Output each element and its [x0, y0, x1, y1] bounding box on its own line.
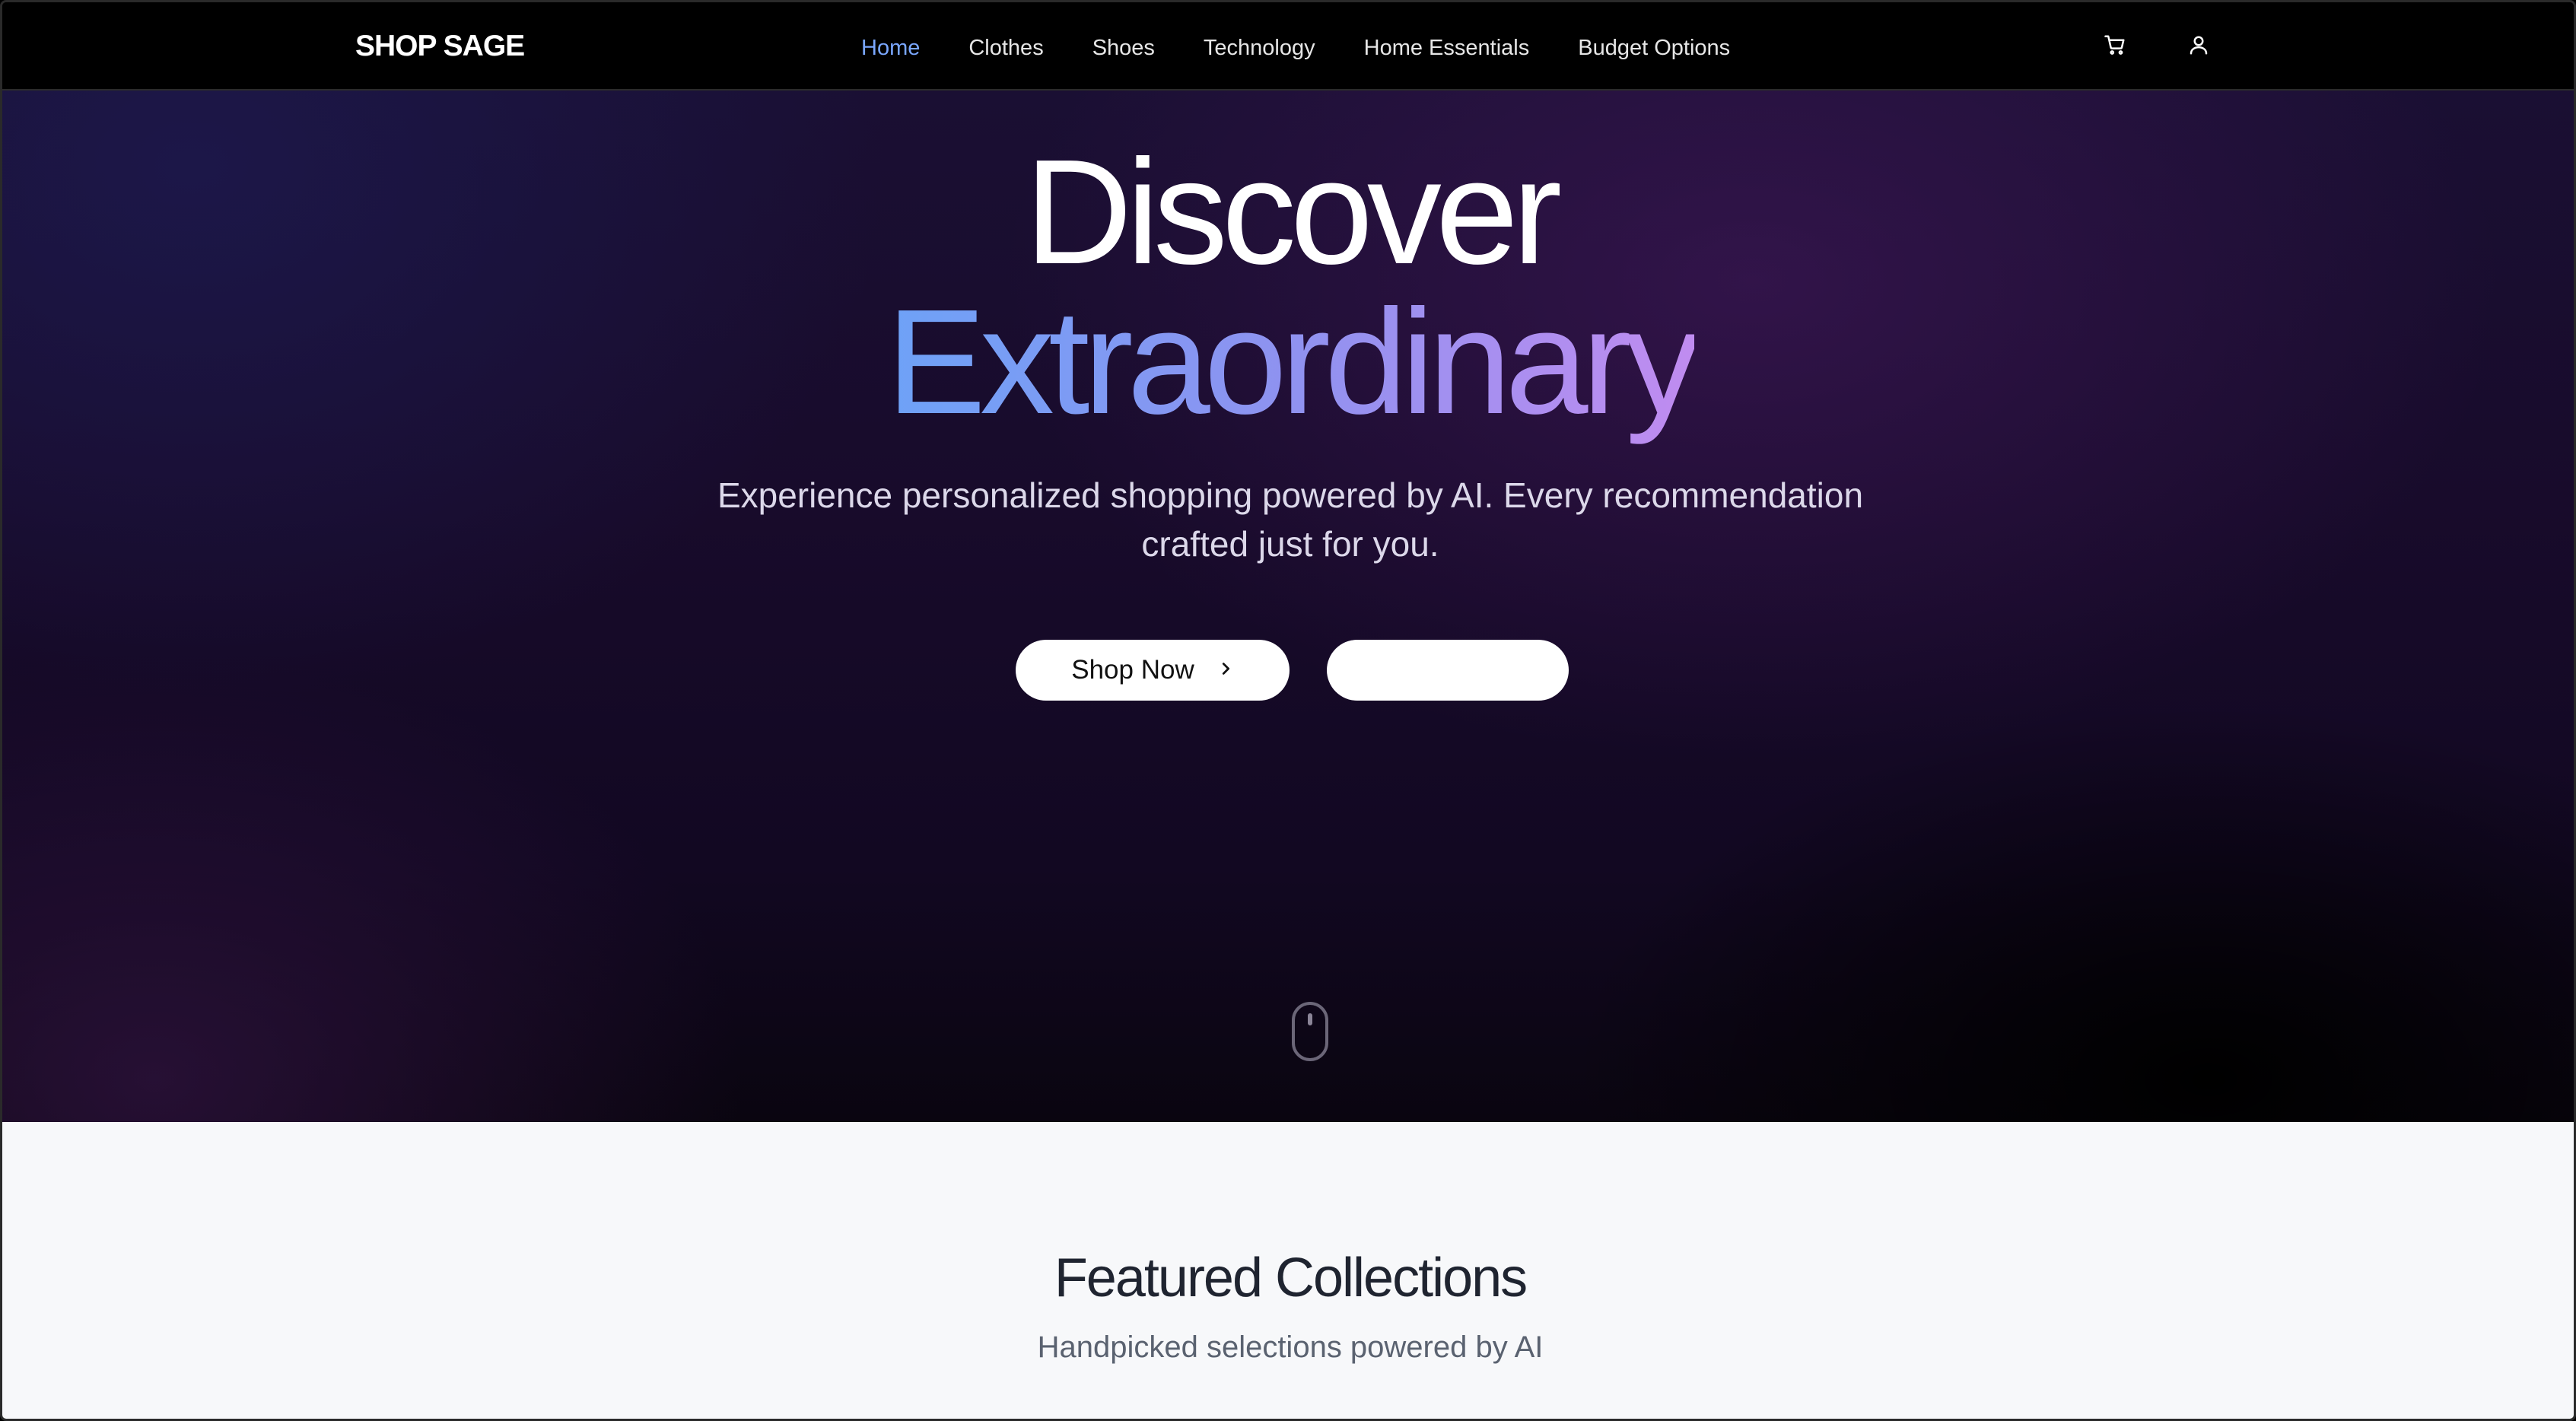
nav-link-home[interactable]: Home [861, 31, 920, 65]
hero-title-line-2: Extraordinary [2, 282, 2574, 442]
chevron-right-icon [1217, 654, 1234, 684]
site-logo[interactable]: SHOP SAGE [355, 28, 525, 65]
hero-title-line-1: Discover [1024, 129, 1562, 295]
featured-collections-subtitle: Handpicked selections powered by AI [1037, 1330, 1544, 1364]
featured-collections-section: Featured Collections Handpicked selectio… [2, 1122, 2574, 1419]
shopping-cart-icon [2104, 33, 2126, 60]
top-navigation-bar: SHOP SAGE Home Clothes Shoes Technology … [2, 2, 2574, 91]
cart-button[interactable] [2098, 30, 2132, 63]
shop-now-button[interactable]: Shop Now [1016, 640, 1290, 701]
shop-now-label: Shop Now [1071, 655, 1194, 685]
browser-viewport: SHOP SAGE Home Clothes Shoes Technology … [0, 0, 2576, 1421]
nav-link-clothes[interactable]: Clothes [968, 31, 1043, 65]
hero-subtitle: Experience personalized shopping powered… [717, 475, 1864, 564]
secondary-hero-button[interactable] [1327, 640, 1569, 701]
featured-collections-title: Featured Collections [1054, 1248, 1528, 1308]
account-button[interactable] [2182, 30, 2215, 63]
nav-link-home-essentials[interactable]: Home Essentials [1364, 31, 1530, 65]
hero-section: Discover Extraordinary Experience person… [2, 91, 2574, 1122]
nav-link-technology[interactable]: Technology [1204, 31, 1315, 65]
nav-link-budget-options[interactable]: Budget Options [1578, 31, 1730, 65]
nav-link-shoes[interactable]: Shoes [1092, 31, 1155, 65]
hero-title-gradient-text: Extraordinary [886, 278, 1700, 445]
mouse-scroll-icon [1291, 1001, 1329, 1062]
user-icon [2187, 33, 2210, 60]
main-nav-links: Home Clothes Shoes Technology Home Essen… [861, 31, 1730, 65]
